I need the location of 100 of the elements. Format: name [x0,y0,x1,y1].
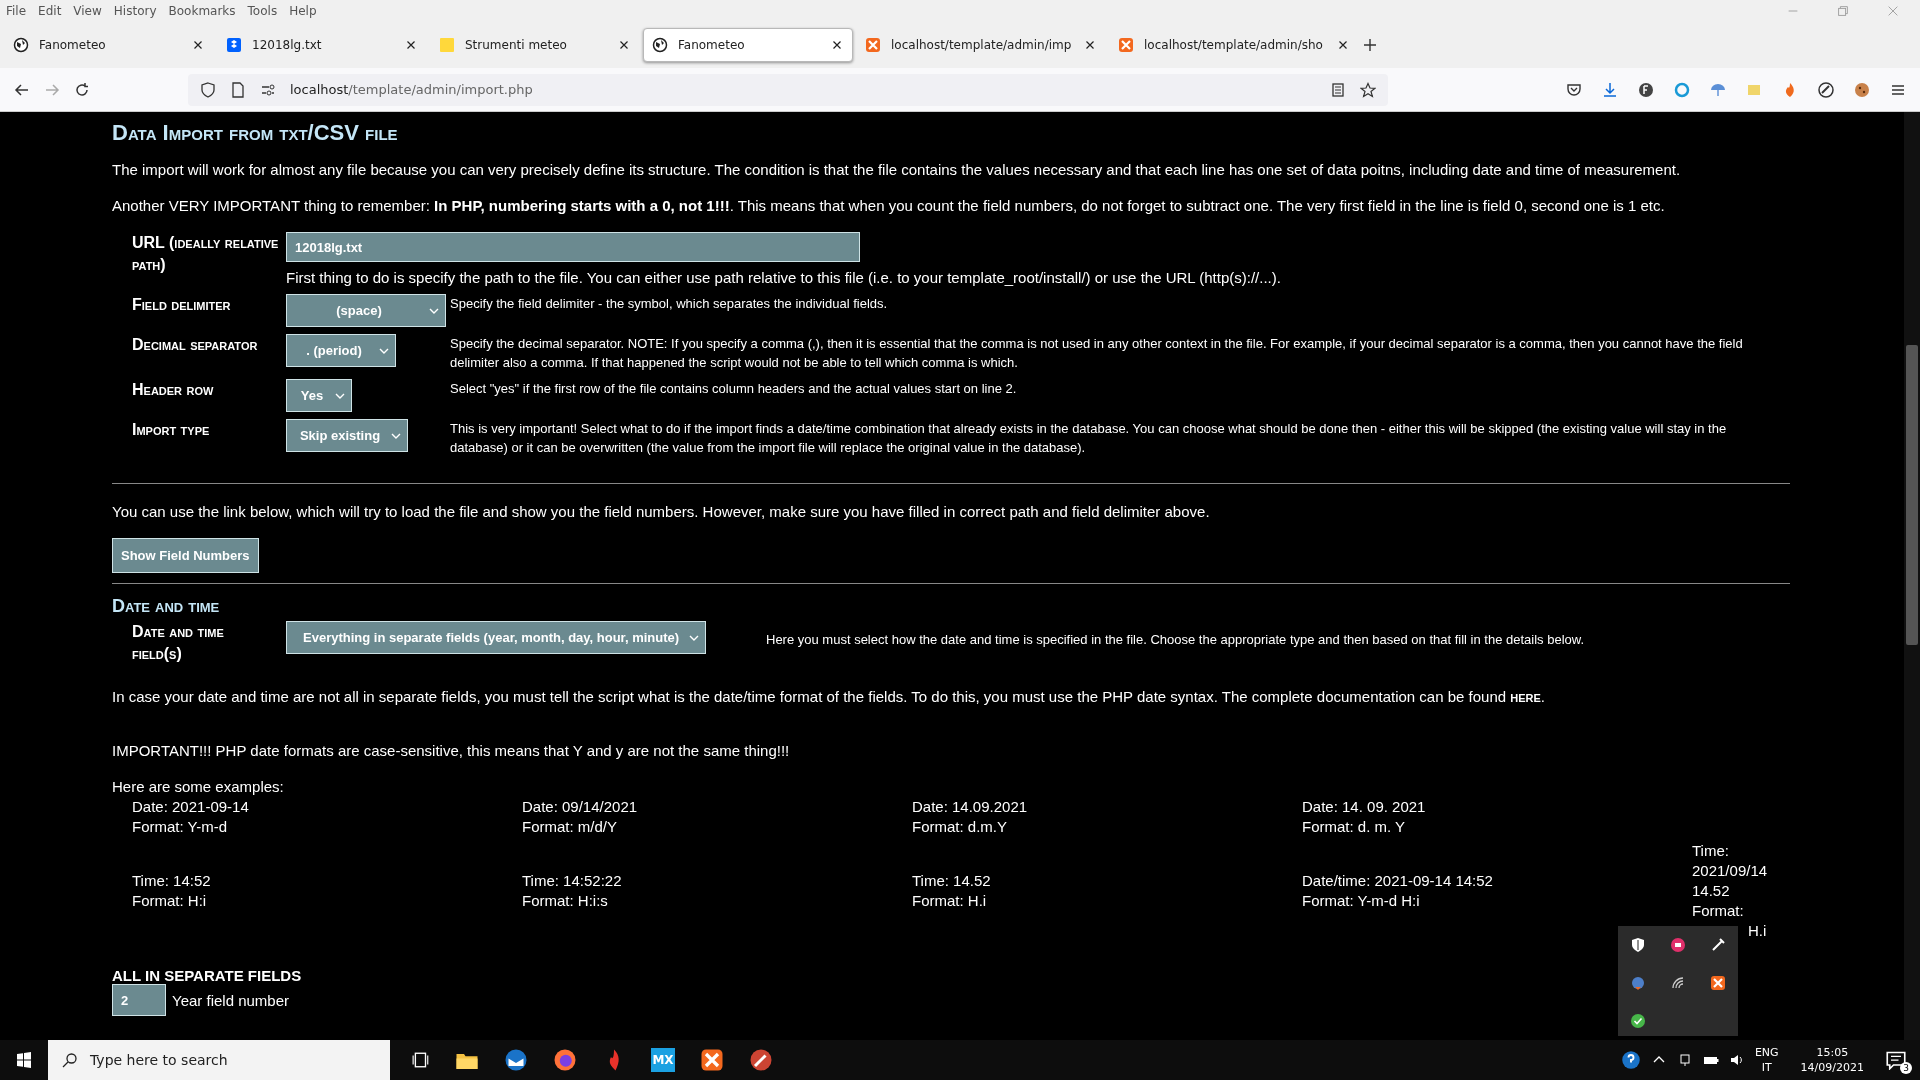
check-icon[interactable] [1630,1013,1646,1029]
xampp-icon [1118,37,1134,53]
doc-link[interactable]: here [1510,688,1541,705]
page-icon [230,81,246,98]
example-value: Date: 14.09.2021 [912,797,1028,817]
caret-icon [379,347,389,354]
field-label: Header row [132,380,215,400]
tab-title: localhost/template/admin/imp [891,38,1073,52]
dropdown[interactable]: Everything in separate fields (year, month, day, hour, minute) [286,621,707,654]
example-format: Format: H:i:s [522,891,608,911]
help-text: First thing to do is specify the path to the file. You can either use path relative to this file (i.e. to your template_root/install/) or use the URL (http(s)://...). [286,268,1282,287]
tools-icon[interactable] [1710,937,1726,953]
caret-icon [429,307,439,314]
pocket-icon[interactable] [1566,81,1582,98]
menu-item[interactable]: Tools [247,4,278,18]
note-paragraph: You can use the link below, which will try to load the file and show you the field numbers. However, make sure you have filled in correct path and field delimiter above. [112,502,1211,522]
search-field[interactable]: Type here to search [48,1040,390,1080]
field-label: Year field number [172,991,290,1009]
example-format: Format: m/d/Y [522,817,618,837]
example-value: Date: 2021-09-14 [132,797,249,817]
browser-tab[interactable]: 12018lg.txt [217,28,427,62]
example-value: Time: 14:52 [132,871,211,891]
menu-item[interactable]: History [113,4,157,18]
example-format: Format: H:i [132,891,207,911]
caret-icon [391,432,401,439]
browser-tab[interactable]: Fanometeo [4,28,214,62]
year-field[interactable]: 2 [112,984,166,1016]
scrollbar-thumb[interactable] [1906,345,1918,645]
note-icon [439,37,455,53]
example-value: Time: 14:52:22 [522,871,622,891]
help-text: Here you must select how the date and time is specified in the file. Choose the appropriate type and then based on that fill in the details below. [766,630,1586,649]
download-icon[interactable] [1602,81,1618,98]
field-label: URL (ideally relative path) [132,233,280,275]
url-text: localhost/template/admin/import.php [290,82,534,97]
windows-icon[interactable] [16,1052,32,1068]
mail-icon[interactable] [504,1048,528,1072]
subsection-title: ALL IN SEPARATE FIELDS [112,967,302,984]
dropdown[interactable]: . (period) [286,334,396,367]
tab-title: Fanometeo [39,38,107,52]
example-value: Date: 14. 09. 2021 [1302,797,1426,817]
shield-icon[interactable] [1630,937,1646,953]
record-icon[interactable] [1670,937,1686,953]
menu-item[interactable]: Help [289,4,317,18]
ring-icon[interactable] [1674,81,1690,98]
example-value: Time: 14.52 [912,871,991,891]
example-format: Format: Y-m-d [132,817,228,837]
extension-icon[interactable] [1638,81,1654,98]
example-format: Format: [1692,901,1744,921]
xampp-icon[interactable] [700,1048,724,1072]
help-text: This is very important! Select what to do if the import finds a date/time combination that already exists in the database. You can choose what should be done then - either this will be skipped (the existing value will stay in the database) or it can be overwritten (the value from the import file will replace the original value in the database). [450,420,1728,457]
umbrella-icon[interactable] [1710,81,1726,98]
browser-tab[interactable]: Strumenti meteo [430,28,640,62]
show-field-numbers-button[interactable]: Show Field Numbers [112,538,259,573]
dropdown[interactable]: (space) [286,294,446,327]
menu-item[interactable]: Bookmarks [168,4,236,18]
star-icon[interactable] [1360,81,1376,98]
intro-paragraph: The import will work for almost any file because you can very precisely define its structure. The condition is that the file contains the values necessary and that each line has one set of data poitns, including date and time of measurement. [112,160,1682,180]
notification-icon[interactable] [1886,1050,1906,1070]
dropdown[interactable]: Yes [286,379,352,412]
menu-item[interactable]: File [6,4,27,18]
examples-heading: Here are some examples: [112,777,285,797]
field-label: Import type [132,420,211,440]
clock[interactable]: 15:05 14/09/2021 [1800,1045,1864,1075]
menu-item[interactable]: Edit [38,4,62,18]
page-title: Data Import from txt/CSV file [112,120,399,146]
xampp-icon[interactable] [1710,975,1726,991]
help-text: Specify the field delimiter - the symbol, which separates the individual fields. [450,295,889,313]
new-tab-icon[interactable] [1362,37,1378,53]
example-format: H.i [1748,921,1767,941]
permissions-icon[interactable] [260,81,276,98]
reload-icon[interactable] [74,81,90,98]
speaker-icon[interactable] [1728,1052,1745,1068]
menu-item[interactable]: View [73,4,102,18]
dropdown[interactable]: Skip existing [286,419,408,452]
cookie-icon[interactable] [1854,81,1870,98]
tab-title: Fanometeo [678,38,746,52]
example-format: Format: d. m. Y [1302,817,1406,837]
section-title: Date and time [112,596,221,617]
xampp-icon [865,37,881,53]
browser-icon[interactable] [553,1048,577,1072]
address-bar[interactable]: localhost/template/admin/import.php [188,73,1388,106]
reader-icon[interactable] [1330,81,1346,98]
browser-tab[interactable]: Fanometeo [643,28,853,62]
url-field[interactable]: 12018lg.txt [286,232,860,262]
task-view-icon[interactable] [412,1051,430,1069]
signal-icon[interactable] [1670,975,1686,991]
browser-tab[interactable]: localhost/template/admin/imp [856,28,1106,62]
caret-icon [689,634,700,641]
doc-paragraph: In case your date and time are not all in separate fields, you must tell the script what is the date/time format of the fields. To do this, you must use the PHP date syntax. The complete documentation can be found here. [112,687,1546,707]
back-icon[interactable] [14,81,30,98]
help-icon[interactable] [1620,1050,1641,1070]
tab-title: Strumenti meteo [465,38,568,52]
example-value: Date/time: 2021-09-14 14:52 [1302,871,1493,891]
language-indicator[interactable]: ENG IT [1754,1045,1779,1075]
example-format: Format: Y-m-d H:i [1302,891,1420,911]
example-format: Format: d.m.Y [912,817,1008,837]
browser-tab[interactable]: localhost/template/admin/sho [1109,28,1359,62]
tab-title: localhost/template/admin/sho [1144,38,1324,52]
caret-icon [335,392,345,399]
help-text: Specify the decimal separator. NOTE: If you specify a comma (,), then it is essential that the comma is not used in any other context in the file. For example, if your decimal separator is a comma, then you cannot have the field delimiter also a comma. If that happened the script would not be able to tell which comma is which. [450,335,1744,372]
